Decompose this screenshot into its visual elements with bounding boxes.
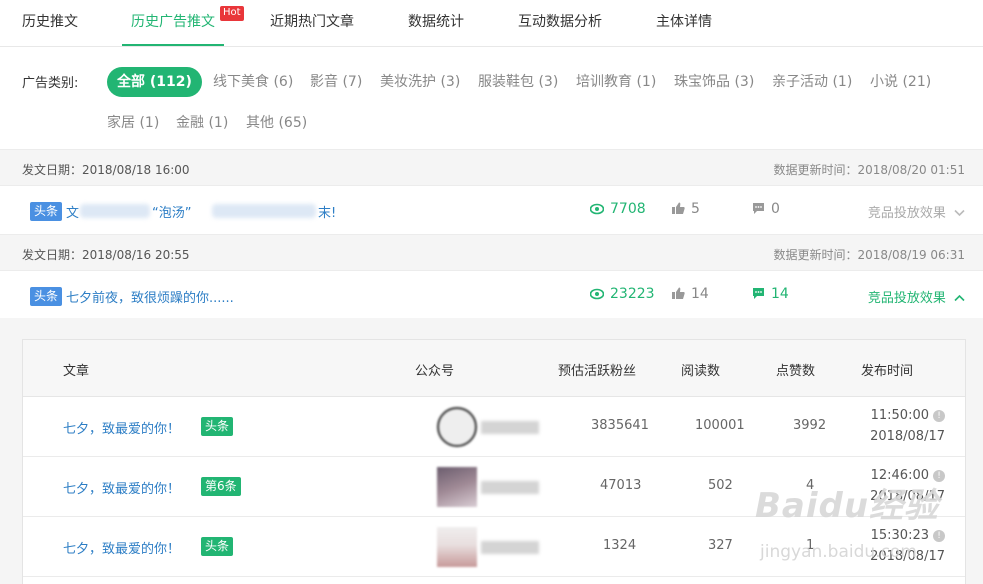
tab-interaction-analysis[interactable]: 互动数据分析 — [518, 0, 602, 46]
account-avatar[interactable] — [437, 467, 477, 507]
post-title-part[interactable]: 文 — [66, 202, 79, 221]
post-date-bar: 发文日期：2018/08/16 20:55 数据更新时间：2018/08/19 … — [0, 234, 983, 271]
row-fans: 1324 — [603, 538, 637, 553]
hot-badge: Hot — [220, 6, 244, 21]
tab-history-ad-posts[interactable]: 历史广告推文 — [122, 0, 224, 46]
blurred-account-name — [481, 541, 539, 554]
blurred-text — [80, 204, 150, 218]
account-avatar[interactable] — [437, 407, 477, 447]
row-fans: 47013 — [600, 478, 642, 493]
info-icon[interactable]: ! — [933, 410, 945, 422]
read-value: 23223 — [610, 286, 655, 302]
competitor-effect-toggle[interactable]: 竞品投放效果 — [868, 287, 965, 306]
comment-icon — [753, 203, 764, 214]
row-publish-time: 11:50:00! 2018/08/17 — [870, 405, 945, 447]
toggle-label: 竞品投放效果 — [867, 206, 946, 221]
like-value: 14 — [691, 286, 709, 302]
top-tab-bar: 历史推文 历史广告推文 Hot 近期热门文章 数据统计 互动数据分析 主体详情 — [0, 0, 983, 47]
category-chip[interactable]: 金融 (1) — [176, 108, 228, 138]
eye-icon — [589, 203, 605, 215]
tab-history-posts[interactable]: 历史推文 — [22, 0, 78, 46]
row-reads: 502 — [708, 478, 733, 493]
tab-recent-hot[interactable]: 近期热门文章 — [270, 0, 354, 46]
table-header: 文章 公众号 预估活跃粉丝 阅读数 点赞数 发布时间 — [23, 340, 965, 397]
row-fans: 3835641 — [591, 418, 649, 433]
tab-entity-details[interactable]: 主体详情 — [656, 0, 712, 46]
headline-badge: 头条 — [30, 202, 63, 221]
position-badge: 头条 — [201, 417, 234, 436]
post-title[interactable]: 七夕前夜，致很烦躁的你...... — [66, 287, 234, 306]
category-chip[interactable]: 珠宝饰品 (3) — [674, 67, 754, 97]
baidu-watermark-url: jingyan.baidu.com — [760, 542, 917, 562]
chevron-down-icon — [954, 209, 965, 217]
comment-count: 14 — [752, 286, 789, 302]
row-article-title[interactable]: 七夕，致最爱的你！ — [63, 478, 180, 497]
category-chip[interactable]: 其他 (65) — [246, 108, 307, 138]
row-date: 2018/08/17 — [870, 429, 945, 444]
comment-value: 0 — [771, 201, 780, 217]
comment-count: 0 — [752, 201, 780, 217]
row-time: 11:50:00 — [870, 408, 929, 423]
post-title-part[interactable]: 末! — [318, 202, 336, 221]
read-count: 7708 — [589, 201, 646, 217]
post-date: 发文日期：2018/08/18 16:00 — [22, 163, 190, 177]
category-chip[interactable]: 亲子活动 (1) — [772, 67, 852, 97]
col-fans: 预估活跃粉丝 — [558, 364, 637, 379]
col-reads: 阅读数 — [681, 364, 721, 379]
eye-icon — [589, 288, 605, 300]
category-chip-all[interactable]: 全部 (112) — [107, 67, 202, 97]
category-chip[interactable]: 美妆洗护 (3) — [380, 67, 460, 97]
category-chip[interactable]: 服装鞋包 (3) — [478, 67, 558, 97]
category-label: 广告类别: — [22, 76, 79, 91]
post-title-part[interactable]: “泡汤” — [152, 202, 191, 221]
thumb-up-icon — [672, 287, 685, 299]
post-date: 发文日期：2018/08/16 20:55 — [22, 248, 190, 262]
like-value: 5 — [691, 201, 700, 217]
like-count: 5 — [672, 201, 700, 217]
chevron-up-icon — [954, 294, 965, 302]
col-likes: 点赞数 — [776, 364, 816, 379]
post-row: 头条 七夕前夜，致很烦躁的你...... 23223 14 14 竞品投放效果 — [0, 271, 983, 319]
col-article: 文章 — [63, 364, 90, 379]
row-reads: 100001 — [695, 418, 745, 433]
post-row: 头条 文 “泡汤” 末! 7708 5 0 竞品投放效果 — [0, 186, 983, 234]
row-reads: 327 — [708, 538, 733, 553]
thumb-up-icon — [672, 202, 685, 214]
read-value: 7708 — [610, 201, 646, 217]
blurred-account-name — [481, 481, 539, 494]
tab-data-stats[interactable]: 数据统计 — [408, 0, 464, 46]
tab-label: 历史广告推文 — [131, 14, 215, 30]
position-badge: 第6条 — [201, 477, 241, 496]
read-count: 23223 — [589, 286, 655, 302]
headline-badge: 头条 — [30, 287, 63, 306]
row-likes: 3992 — [793, 418, 827, 433]
col-publish-time: 发布时间 — [861, 364, 914, 379]
toggle-label: 竞品投放效果 — [867, 291, 946, 306]
data-updated-time: 数据更新时间：2018/08/20 01:51 — [773, 163, 965, 177]
table-row: 七夕，致最爱的你！ 头条 3835641 100001 3992 11:50:0… — [23, 397, 965, 457]
row-time: 15:30:23 — [870, 528, 929, 543]
account-avatar[interactable] — [437, 527, 477, 567]
comment-value: 14 — [771, 286, 789, 302]
category-chip[interactable]: 线下美食 (6) — [213, 67, 293, 97]
blurred-text — [212, 204, 316, 218]
info-icon[interactable]: ! — [933, 530, 945, 542]
position-badge: 头条 — [201, 537, 234, 556]
data-updated-time: 数据更新时间：2018/08/19 06:31 — [773, 248, 965, 262]
baidu-watermark: Baidu经验 — [755, 486, 940, 526]
blurred-account-name — [481, 421, 539, 434]
category-chip[interactable]: 培训教育 (1) — [576, 67, 656, 97]
row-article-title[interactable]: 七夕，致最爱的你！ — [63, 538, 180, 557]
category-chip[interactable]: 小说 (21) — [870, 67, 931, 97]
category-chip[interactable]: 影音 (7) — [310, 67, 362, 97]
comment-icon — [753, 288, 764, 299]
post-date-bar: 发文日期：2018/08/18 16:00 数据更新时间：2018/08/20 … — [0, 149, 983, 186]
col-account: 公众号 — [415, 364, 455, 379]
like-count: 14 — [672, 286, 709, 302]
row-article-title[interactable]: 七夕，致最爱的你！ — [63, 418, 180, 437]
competitor-effect-toggle[interactable]: 竞品投放效果 — [868, 202, 965, 221]
category-chip[interactable]: 家居 (1) — [107, 108, 159, 138]
